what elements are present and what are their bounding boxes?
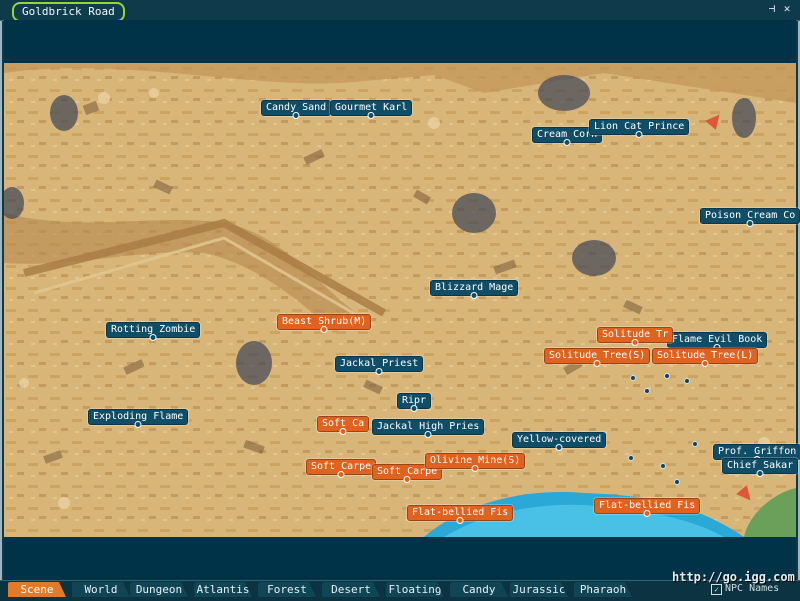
npc-label[interactable]: Chief Sakar	[722, 458, 799, 474]
monster-label[interactable]: Solitude Tr	[597, 327, 674, 343]
tab-world[interactable]: World	[72, 582, 130, 597]
map-marker	[674, 479, 680, 485]
npc-label[interactable]: Blizzard Mage	[430, 280, 519, 296]
npc-label[interactable]: Exploding Flame	[88, 409, 189, 425]
monster-label[interactable]: Solitude Tree(S)	[544, 348, 651, 364]
tab-pharaoh[interactable]: Pharaoh	[574, 582, 632, 597]
map-marker	[630, 375, 636, 381]
close-icon[interactable]: ✕	[781, 3, 793, 15]
monster-label[interactable]: Flat-bellied Fis	[407, 505, 514, 521]
tab-scene[interactable]: Scene	[8, 582, 66, 597]
monster-label[interactable]: Soft Ca	[317, 416, 370, 432]
monster-label[interactable]: Solitude Tree(L)	[652, 348, 759, 364]
npc-label[interactable]: Jackal High Pries	[372, 419, 485, 435]
tab-forest[interactable]: Forest	[258, 582, 316, 597]
pin-icon[interactable]: ⊣	[766, 3, 778, 15]
map-marker	[660, 463, 666, 469]
tab-floating[interactable]: Floating	[386, 582, 444, 597]
map-marker	[684, 378, 690, 384]
npc-label[interactable]: Lion Cat Prince	[589, 119, 690, 135]
tab-candy[interactable]: Candy	[450, 582, 508, 597]
npc-label[interactable]: Gourmet Karl	[330, 100, 413, 116]
window-title: Goldbrick Road	[12, 2, 125, 22]
checkbox-icon[interactable]: ✓	[711, 584, 722, 595]
monster-label[interactable]: Beast Shrub(M)	[277, 314, 372, 330]
map-marker	[692, 441, 698, 447]
map-marker	[628, 455, 634, 461]
npc-names-toggle[interactable]: ✓ NPC Names	[711, 582, 779, 596]
window-titlebar: Goldbrick Road ⊣ ✕	[0, 0, 800, 22]
map-marker	[664, 373, 670, 379]
npc-label[interactable]: Ripr	[397, 393, 432, 409]
monster-label[interactable]: Soft Carpe	[306, 459, 377, 475]
npc-label[interactable]: Rotting Zombie	[106, 322, 201, 338]
tab-desert[interactable]: Desert	[322, 582, 380, 597]
npc-label[interactable]: Yellow-covered	[512, 432, 607, 448]
monster-label[interactable]: Olivine Mine(S)	[425, 453, 526, 469]
npc-label[interactable]: Poison Cream Co	[700, 208, 800, 224]
tab-atlantis[interactable]: Atlantis	[194, 582, 252, 597]
tab-jurassic[interactable]: Jurassic	[510, 582, 568, 597]
npc-label[interactable]: Candy Sand	[261, 100, 332, 116]
npc-label[interactable]: Flame Evil Book	[667, 332, 768, 348]
tab-dungeon[interactable]: Dungeon	[130, 582, 188, 597]
npc-label[interactable]: Jackal Priest	[335, 356, 424, 372]
monster-label[interactable]: Flat-bellied Fis	[594, 498, 701, 514]
map-marker	[644, 388, 650, 394]
top-band	[4, 20, 796, 63]
npc-names-label: NPC Names	[725, 583, 780, 594]
